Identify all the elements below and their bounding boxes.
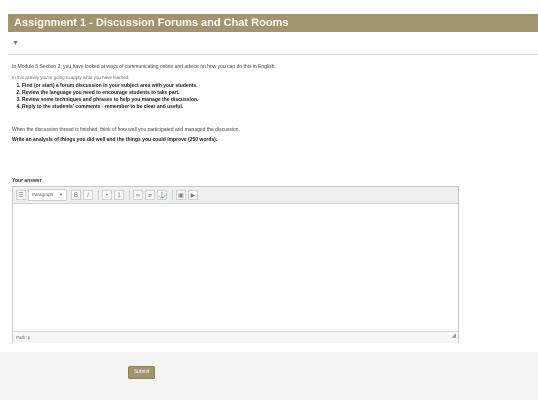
media-icon[interactable]: ▶ bbox=[187, 190, 198, 200]
bold-icon[interactable]: B bbox=[70, 190, 81, 200]
list-item: Review the language you need to encourag… bbox=[22, 90, 198, 97]
bullet-list-icon[interactable]: • bbox=[101, 190, 112, 200]
rich-text-editor: ☰ Paragraph ▼ B I • 1 ∞ ⌀ ⚓ ▣ ▶ Path: p … bbox=[12, 186, 459, 343]
after-text: When the discussion thread is finished, … bbox=[12, 127, 240, 133]
assignment-page: Assignment 1 - Discussion Forums and Cha… bbox=[0, 0, 538, 400]
answer-label: Your answer bbox=[12, 178, 42, 184]
steps-list: Find (or start) a forum discussion in yo… bbox=[12, 83, 198, 111]
editor-statusbar: Path: p ◢ bbox=[13, 331, 458, 343]
toolbar-separator bbox=[171, 190, 173, 200]
footer bbox=[0, 352, 538, 400]
format-select-value: Paragraph bbox=[32, 192, 54, 197]
toolbar-separator bbox=[128, 190, 130, 200]
editor-toolbar: ☰ Paragraph ▼ B I • 1 ∞ ⌀ ⚓ ▣ ▶ bbox=[13, 187, 458, 204]
link-icon[interactable]: ∞ bbox=[132, 190, 143, 200]
list-item: Review some techniques and phrases to he… bbox=[22, 97, 198, 104]
toolbar-separator bbox=[97, 190, 99, 200]
task-text: Write an analysis of things you did well… bbox=[12, 137, 218, 143]
page-title: Assignment 1 - Discussion Forums and Cha… bbox=[8, 14, 538, 32]
format-select[interactable]: Paragraph ▼ bbox=[28, 189, 67, 201]
answer-textarea[interactable] bbox=[13, 204, 458, 331]
italic-icon[interactable]: I bbox=[82, 190, 93, 200]
chevron-down-icon[interactable]: ▼ bbox=[12, 40, 19, 47]
divider bbox=[8, 54, 538, 55]
resize-grip-icon[interactable]: ◢ bbox=[451, 331, 456, 342]
unlink-icon[interactable]: ⌀ bbox=[144, 190, 155, 200]
chevron-down-icon: ▼ bbox=[59, 192, 63, 197]
list-item: Reply to the students' comments - rememb… bbox=[22, 104, 198, 111]
intro-subtext: In this activity you're going to apply w… bbox=[12, 75, 130, 80]
anchor-icon[interactable]: ⚓ bbox=[156, 190, 167, 200]
numbered-list-icon[interactable]: 1 bbox=[113, 190, 124, 200]
submit-button[interactable]: Submit bbox=[128, 366, 155, 379]
image-icon[interactable]: ▣ bbox=[175, 190, 186, 200]
toggle-toolbar-icon[interactable]: ☰ bbox=[16, 190, 26, 200]
intro-text: In Module 5 Section 2, you have looked a… bbox=[12, 64, 276, 70]
status-path: Path: p bbox=[16, 335, 31, 340]
list-item: Find (or start) a forum discussion in yo… bbox=[22, 83, 198, 90]
